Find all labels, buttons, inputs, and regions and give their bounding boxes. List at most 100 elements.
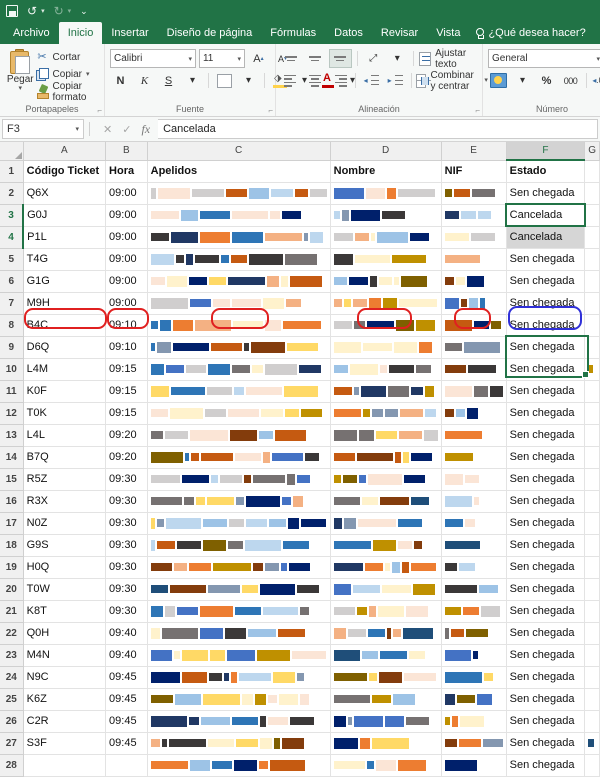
row-header-17[interactable]: 17 (0, 512, 24, 535)
number-format-select[interactable]: General ▾ (487, 49, 600, 68)
cell-estado-16[interactable]: Sen chegada (506, 490, 586, 513)
cell-hora-2[interactable]: 09:00 (105, 182, 148, 205)
cell-ticket-3[interactable]: G0J (23, 204, 107, 227)
cell-nombre-3[interactable] (330, 204, 442, 227)
accounting-dropdown-icon[interactable]: ▾ (512, 72, 533, 89)
cell-hora-13[interactable]: 09:20 (105, 424, 148, 447)
cell-nif-22[interactable] (441, 622, 507, 645)
cell-nif-12[interactable] (441, 402, 507, 425)
cell-g-11[interactable] (584, 380, 600, 403)
cell-ticket-7[interactable]: M9H (23, 292, 107, 315)
cell-hora-7[interactable]: 09:00 (105, 292, 148, 315)
cell-g-21[interactable] (584, 600, 600, 623)
header-cell-hora[interactable]: Hora (105, 160, 148, 183)
cancel-edit-icon[interactable]: ✕ (103, 123, 112, 136)
cell-apelidos-7[interactable] (147, 292, 331, 315)
orientation-button[interactable]: ⤢ (363, 50, 384, 67)
cell-hora-24[interactable]: 09:45 (105, 666, 148, 689)
cell-nif-4[interactable] (441, 226, 507, 249)
align-top-button[interactable] (281, 50, 302, 67)
cell-apelidos-15[interactable] (147, 468, 331, 491)
cell-nif-15[interactable] (441, 468, 507, 491)
cell-nombre-26[interactable] (330, 710, 442, 733)
column-header-d[interactable]: D (330, 142, 442, 161)
font-size-select[interactable]: 11 ▾ (198, 49, 245, 68)
cell-nombre-7[interactable] (330, 292, 442, 315)
tab-datos[interactable]: Datos (325, 22, 372, 44)
cell-estado-11[interactable]: Sen chegada (506, 380, 586, 403)
cell-g-13[interactable] (584, 424, 600, 447)
customize-toolbar-icon[interactable]: ⌄ (80, 6, 88, 16)
cell-ticket-13[interactable]: L4L (23, 424, 107, 447)
paste-dropdown-icon[interactable]: ▾ (19, 85, 23, 92)
cell-apelidos-24[interactable] (147, 666, 331, 689)
cell-estado-21[interactable]: Sen chegada (506, 600, 586, 623)
cell-apelidos-16[interactable] (147, 490, 331, 513)
cell-ticket-9[interactable]: D6Q (23, 336, 107, 359)
cell-g-14[interactable] (584, 446, 600, 469)
undo-icon[interactable]: ↺ (27, 5, 37, 17)
cell-estado-9[interactable]: Sen chegada (506, 336, 586, 359)
cell-hora-22[interactable]: 09:40 (105, 622, 148, 645)
row-header-3[interactable]: 3 (0, 204, 25, 227)
row-header-21[interactable]: 21 (0, 600, 24, 623)
cell-estado-22[interactable]: Sen chegada (506, 622, 586, 645)
row-header-14[interactable]: 14 (0, 446, 24, 469)
merge-and-center-button[interactable]: Combinar y centrar ▾ (416, 70, 488, 92)
cell-estado-18[interactable]: Sen chegada (506, 534, 586, 557)
cell-ticket-26[interactable]: C2R (23, 710, 107, 733)
cut-button[interactable]: ✂ Cortar (36, 50, 99, 65)
alignment-dialog-launcher-icon[interactable]: ⌐ (475, 106, 480, 115)
italic-button[interactable]: K (134, 72, 155, 89)
cell-nombre-12[interactable] (330, 402, 442, 425)
header-cell-nif[interactable]: NIF (441, 160, 507, 183)
tell-me-search[interactable]: ¿Qué desea hacer? (469, 22, 586, 44)
cell-nif-16[interactable] (441, 490, 507, 513)
cell-hora-8[interactable]: 09:10 (105, 314, 148, 337)
cell-nif-6[interactable] (441, 270, 507, 293)
cell-nif-3[interactable] (441, 204, 507, 227)
cell-apelidos-20[interactable] (147, 578, 331, 601)
cell-g-20[interactable] (584, 578, 600, 601)
select-all-corner[interactable] (0, 142, 24, 161)
cell-estado-7[interactable]: Sen chegada (506, 292, 586, 315)
row-header-8[interactable]: 8 (0, 314, 24, 337)
wrap-text-button[interactable]: Ajustar texto (418, 48, 477, 70)
cell-nif-10[interactable] (441, 358, 507, 381)
cell-ticket-4[interactable]: P1L (23, 226, 107, 249)
cell-nif-18[interactable] (441, 534, 507, 557)
cell-g-16[interactable] (584, 490, 600, 513)
cell-hora-20[interactable]: 09:30 (105, 578, 148, 601)
row-header-20[interactable]: 20 (0, 578, 24, 601)
cell-g-26[interactable] (584, 710, 600, 733)
cell-apelidos-14[interactable] (147, 446, 331, 469)
cell-apelidos-10[interactable] (147, 358, 331, 381)
redo-icon[interactable]: ↻ (54, 5, 64, 17)
cell-nombre-14[interactable] (330, 446, 442, 469)
confirm-edit-icon[interactable]: ✓ (122, 123, 131, 136)
cell-hora-19[interactable]: 09:30 (105, 556, 148, 579)
row-header-23[interactable]: 23 (0, 644, 24, 667)
header-cell-estado[interactable]: Estado (506, 160, 586, 183)
tab-vista[interactable]: Vista (427, 22, 469, 44)
cell-estado-20[interactable]: Sen chegada (506, 578, 586, 601)
cell-apelidos-17[interactable] (147, 512, 331, 535)
save-icon[interactable] (6, 5, 18, 17)
row-header-27[interactable]: 27 (0, 732, 24, 755)
row-header-10[interactable]: 10 (0, 358, 24, 381)
paste-button[interactable]: Pegar ▾ (5, 47, 36, 92)
cell-hora-25[interactable]: 09:45 (105, 688, 148, 711)
cell-estado-25[interactable]: Sen chegada (506, 688, 586, 711)
cell-nif-11[interactable] (441, 380, 507, 403)
align-right-button[interactable] (329, 72, 350, 89)
cell-hora-12[interactable]: 09:15 (105, 402, 148, 425)
cell-ticket-25[interactable]: K6Z (23, 688, 107, 711)
cell-g-18[interactable] (584, 534, 600, 557)
cell-apelidos-5[interactable] (147, 248, 331, 271)
column-header-c[interactable]: C (147, 142, 331, 161)
cell-ticket-12[interactable]: T0K (23, 402, 107, 425)
cell-nif-25[interactable] (441, 688, 507, 711)
cell-apelidos-3[interactable] (147, 204, 331, 227)
cell-nif-24[interactable] (441, 666, 507, 689)
font-dialog-launcher-icon[interactable]: ⌐ (268, 106, 273, 115)
